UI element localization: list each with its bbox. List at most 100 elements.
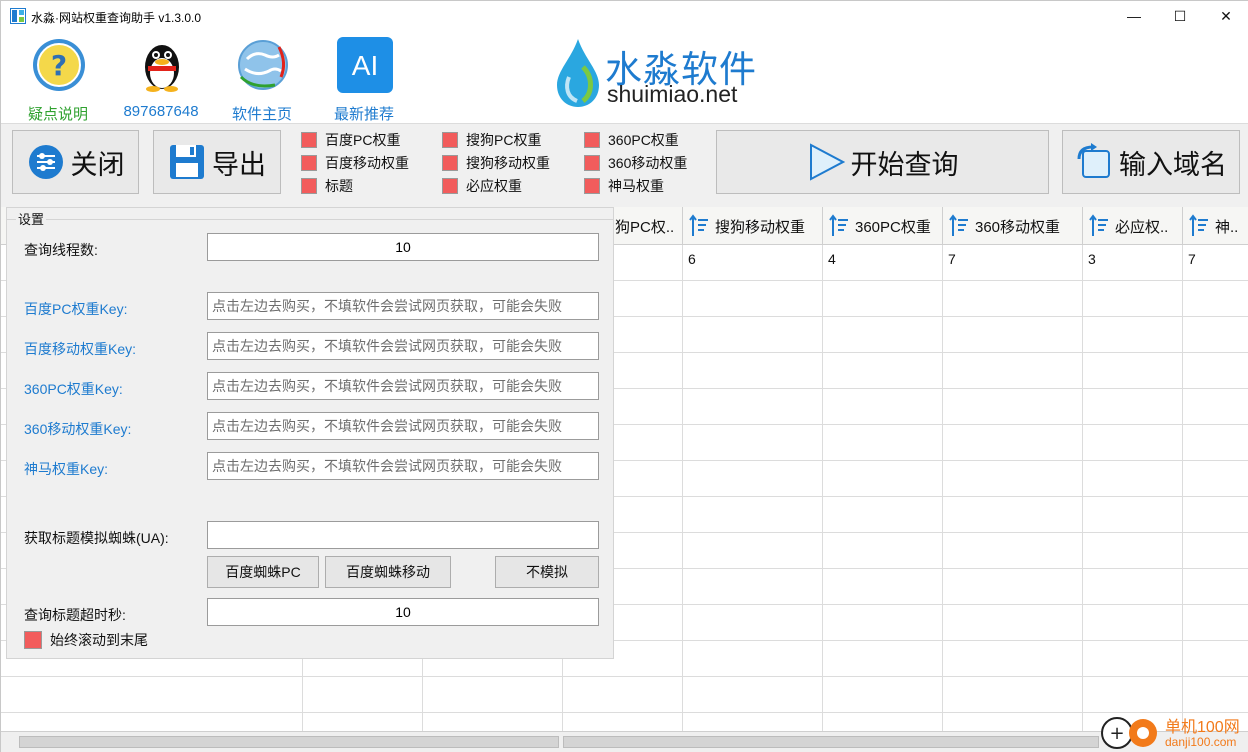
- grid-line: [942, 245, 943, 731]
- start-query-button[interactable]: 开始查询: [716, 130, 1049, 194]
- minimize-icon: —: [1127, 8, 1141, 24]
- brand-logo: 水淼软件 shuimiao.net: [551, 35, 781, 115]
- faq-link[interactable]: ? 疑点说明: [13, 35, 103, 123]
- title-bar: 水淼·网站权重查询助手 v1.3.0.0 — ☐ ✕: [1, 1, 1248, 31]
- top-link-bar: ? 疑点说明 897687648 软件主页 AI 最新推荐 水淼软件 shuim…: [1, 31, 1248, 123]
- horizontal-scrollbar[interactable]: [1, 731, 1248, 752]
- checkbox-box: [584, 178, 600, 194]
- checkbox-baidu-pc[interactable]: 百度PC权重: [301, 130, 400, 150]
- sort-icon: [1089, 214, 1108, 236]
- svg-text:?: ?: [51, 49, 67, 82]
- 360-pc-key-input[interactable]: 点击左边去购买，不填软件会尝试网页获取，可能会失败: [207, 372, 599, 400]
- grid-line: [1, 712, 1248, 713]
- settings-panel: 设置 查询线程数: 10 百度PC权重Key: 点击左边去购买，不填软件会尝试网…: [6, 207, 614, 659]
- baidu-pc-key-label[interactable]: 百度PC权重Key:: [24, 299, 127, 319]
- recommend-label: 最新推荐: [333, 106, 394, 123]
- close-button[interactable]: 关闭: [12, 130, 139, 194]
- baidu-spider-mobile-button[interactable]: 百度蜘蛛移动: [325, 556, 451, 588]
- close-window-button[interactable]: ✕: [1203, 1, 1248, 31]
- column-header[interactable]: 神..: [1183, 207, 1248, 245]
- checkbox-box: [442, 132, 458, 148]
- table-cell[interactable]: 7: [1188, 251, 1196, 267]
- scrollbar-thumb[interactable]: [563, 736, 1099, 748]
- baidu-mobile-key-label[interactable]: 百度移动权重Key:: [24, 339, 136, 359]
- checkbox-label: 标题: [325, 178, 353, 194]
- play-icon: [809, 143, 845, 181]
- column-header[interactable]: 搜狗移动权重: [683, 207, 823, 245]
- shenma-key-label[interactable]: 神马权重Key:: [24, 459, 108, 479]
- input-domain-label: 输入域名: [1119, 149, 1227, 181]
- checkbox-box: [301, 155, 317, 171]
- grid-line: [682, 245, 683, 731]
- table-cell[interactable]: 3: [1088, 251, 1096, 267]
- checkbox-label: 搜狗PC权重: [466, 132, 542, 148]
- checkbox-bing[interactable]: 必应权重: [442, 176, 522, 196]
- checkbox-box: [301, 178, 317, 194]
- window-title: 水淼·网站权重查询助手 v1.3.0.0: [31, 11, 202, 25]
- checkbox-label: 神马权重: [608, 178, 664, 194]
- scroll-to-end-label: 始终滚动到末尾: [50, 632, 148, 648]
- baidu-spider-pc-button[interactable]: 百度蜘蛛PC: [207, 556, 319, 588]
- checkbox-sogou-pc[interactable]: 搜狗PC权重: [442, 130, 541, 150]
- app-window: 水淼·网站权重查询助手 v1.3.0.0 — ☐ ✕ ? 疑点说明 897687…: [0, 0, 1248, 752]
- checkbox-box: [301, 132, 317, 148]
- ua-input[interactable]: [207, 521, 599, 549]
- input-domain-icon: [1077, 143, 1110, 178]
- minimize-button[interactable]: —: [1111, 1, 1157, 31]
- shenma-key-input[interactable]: 点击左边去购买，不填软件会尝试网页获取，可能会失败: [207, 452, 599, 480]
- svg-text:+: +: [1109, 723, 1124, 744]
- brand-name-en: shuimiao.net: [607, 81, 738, 107]
- water-drop-icon: [557, 39, 599, 107]
- column-header[interactable]: 360移动权重: [943, 207, 1083, 245]
- scroll-to-end-checkbox[interactable]: 始终滚动到末尾: [24, 630, 148, 650]
- watermark-text-cn: 单机100网: [1165, 719, 1240, 736]
- qq-link[interactable]: 897687648: [116, 35, 206, 123]
- watermark-text-en: danji100.com: [1165, 735, 1237, 749]
- question-icon: ?: [33, 39, 85, 91]
- checkbox-baidu-mobile[interactable]: 百度移动权重: [301, 153, 409, 173]
- table-cell[interactable]: 4: [828, 251, 836, 267]
- 360-mobile-key-input[interactable]: 点击左边去购买，不填软件会尝试网页获取，可能会失败: [207, 412, 599, 440]
- table-cell[interactable]: 7: [948, 251, 956, 267]
- input-domain-button[interactable]: 输入域名: [1062, 130, 1240, 194]
- 360-mobile-key-label[interactable]: 360移动权重Key:: [24, 419, 131, 439]
- checkbox-sogou-mobile[interactable]: 搜狗移动权重: [442, 153, 550, 173]
- timeout-input[interactable]: 10: [207, 598, 599, 626]
- checkbox-360-pc[interactable]: 360PC权重: [584, 130, 679, 150]
- scrollbar-thumb[interactable]: [19, 736, 559, 748]
- threads-input[interactable]: 10: [207, 233, 599, 261]
- checkbox-box: [442, 155, 458, 171]
- start-query-label: 开始查询: [850, 149, 959, 181]
- column-header[interactable]: 必应权..: [1083, 207, 1183, 245]
- homepage-link[interactable]: 软件主页: [217, 35, 307, 123]
- column-header[interactable]: 360PC权重: [823, 207, 943, 245]
- checkbox-title[interactable]: 标题: [301, 176, 353, 196]
- close-button-label: 关闭: [70, 149, 125, 181]
- grid-line: [1, 676, 1248, 677]
- watermark-logo-icon: +: [1101, 717, 1157, 749]
- ua-label: 获取标题模拟蜘蛛(UA):: [24, 530, 169, 546]
- qq-number-label: 897687648: [123, 103, 199, 120]
- export-button[interactable]: 导出: [153, 130, 281, 194]
- baidu-pc-key-input[interactable]: 点击左边去购买，不填软件会尝试网页获取，可能会失败: [207, 292, 599, 320]
- recommend-link[interactable]: AI 最新推荐: [319, 35, 409, 123]
- no-spider-button[interactable]: 不模拟: [495, 556, 599, 588]
- baidu-mobile-key-input[interactable]: 点击左边去购买，不填软件会尝试网页获取，可能会失败: [207, 332, 599, 360]
- ai-icon: AI: [337, 37, 393, 93]
- maximize-button[interactable]: ☐: [1157, 1, 1203, 31]
- sort-icon: [829, 214, 848, 236]
- checkbox-360-mobile[interactable]: 360移动权重: [584, 153, 687, 173]
- column-header[interactable]: 狗PC权..: [609, 207, 683, 245]
- globe-icon: [238, 40, 288, 90]
- checkbox-box: [584, 132, 600, 148]
- 360-pc-key-label[interactable]: 360PC权重Key:: [24, 379, 123, 399]
- export-button-label: 导出: [212, 149, 266, 181]
- checkbox-label: 百度移动权重: [325, 155, 409, 171]
- settings-sliders-icon: [28, 145, 63, 179]
- checkbox-shenma[interactable]: 神马权重: [584, 176, 664, 196]
- checkbox-label: 必应权重: [466, 178, 522, 194]
- close-icon: ✕: [1220, 7, 1232, 24]
- table-cell[interactable]: 6: [688, 251, 696, 267]
- threads-label: 查询线程数:: [24, 242, 98, 258]
- grid-line: [822, 245, 823, 731]
